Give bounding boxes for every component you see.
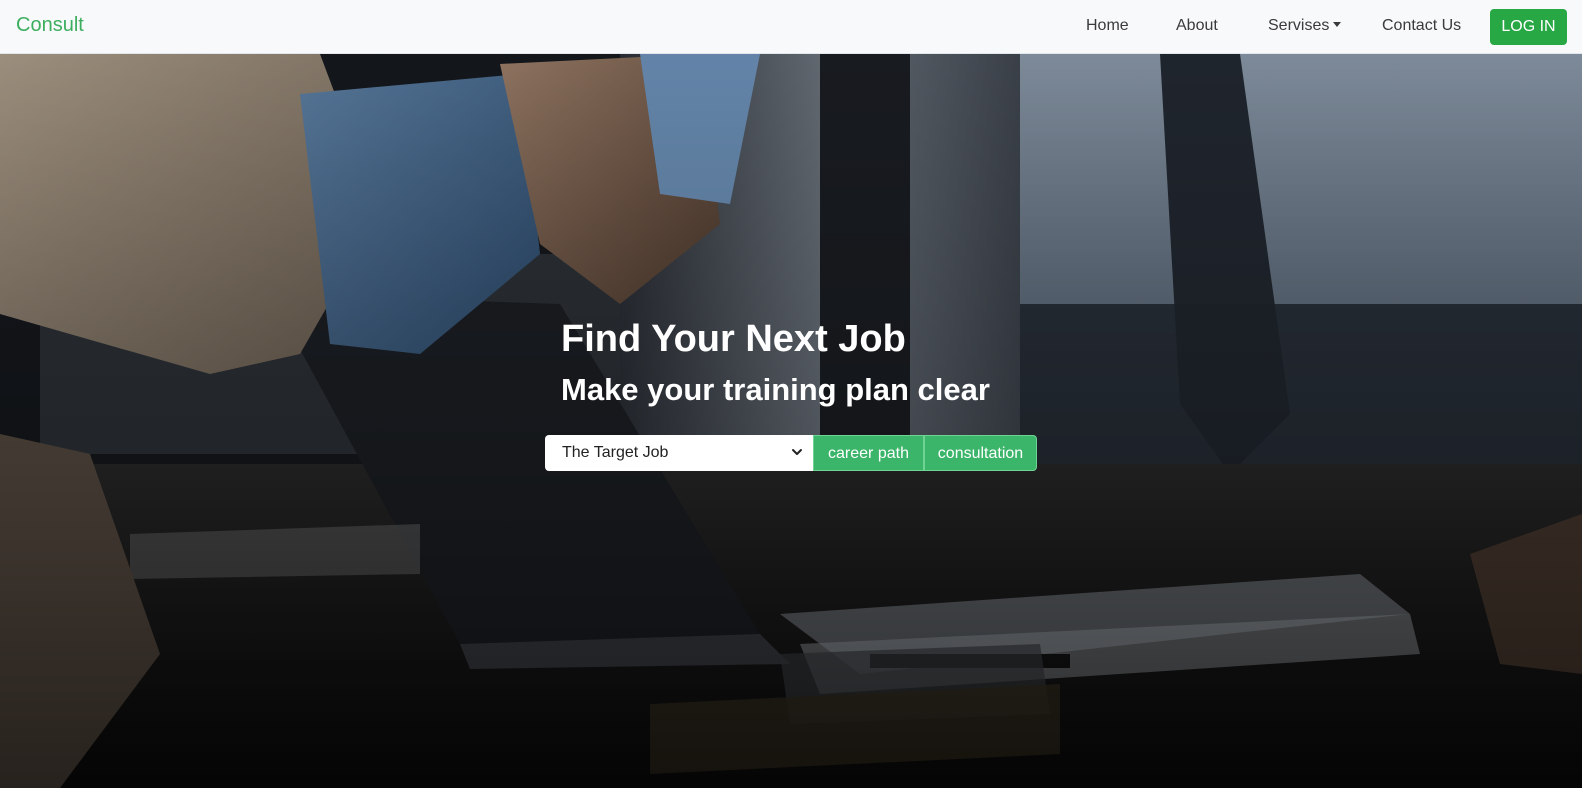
- navbar: Consult Home About Servises Contact Us L…: [0, 0, 1582, 54]
- hero-title: Find Your Next Job: [561, 318, 906, 360]
- hero-section: [0, 54, 1582, 788]
- nav-link-contact[interactable]: Contact Us: [1382, 17, 1461, 35]
- chevron-down-icon: [792, 449, 802, 455]
- caret-down-icon: [1333, 22, 1342, 27]
- target-job-select[interactable]: The Target Job: [545, 435, 813, 471]
- hero-overlay: [0, 54, 1582, 788]
- hero-subtitle: Make your training plan clear: [561, 372, 990, 407]
- career-path-button[interactable]: career path: [813, 435, 924, 471]
- consultation-button[interactable]: consultation: [924, 435, 1037, 471]
- nav-link-services-label: Servises: [1268, 17, 1330, 34]
- brand-logo[interactable]: Consult: [16, 14, 84, 37]
- login-button[interactable]: LOG IN: [1490, 9, 1567, 45]
- nav-link-about[interactable]: About: [1176, 17, 1218, 35]
- nav-link-home[interactable]: Home: [1086, 17, 1129, 35]
- nav-link-services-dropdown[interactable]: Servises: [1268, 17, 1342, 35]
- target-job-select-value: The Target Job: [562, 444, 669, 461]
